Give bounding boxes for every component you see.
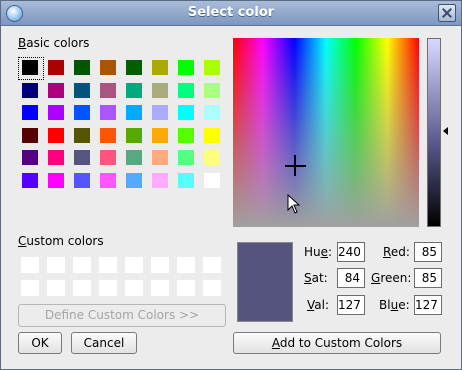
basic-color-swatch[interactable]: [178, 150, 194, 166]
hue-saturation-picker[interactable]: [233, 38, 419, 227]
sat-label: Sat:: [304, 271, 328, 285]
basic-color-swatch[interactable]: [204, 60, 220, 75]
basic-color-swatch[interactable]: [22, 105, 38, 121]
basic-color-swatch[interactable]: [22, 82, 38, 98]
basic-color-swatch[interactable]: [48, 105, 64, 121]
basic-color-swatch[interactable]: [204, 105, 220, 121]
basic-color-swatch[interactable]: [74, 105, 90, 121]
custom-color-slot[interactable]: [203, 257, 221, 273]
cancel-button[interactable]: Cancel: [71, 332, 137, 354]
blue-field[interactable]: 127: [414, 295, 442, 315]
custom-color-slot[interactable]: [73, 280, 91, 296]
basic-color-swatch[interactable]: [204, 173, 220, 188]
custom-color-slot[interactable]: [125, 257, 143, 273]
basic-color-swatch[interactable]: [48, 173, 64, 188]
custom-color-slot[interactable]: [177, 280, 195, 296]
custom-colors-label: Custom colors: [18, 234, 104, 248]
blue-label: Blue:: [379, 298, 410, 312]
green-field[interactable]: 85: [414, 268, 442, 288]
basic-color-swatch[interactable]: [152, 150, 168, 166]
title-bar: Select color: [1, 1, 461, 26]
close-icon[interactable]: [438, 4, 456, 22]
basic-color-swatch[interactable]: [100, 173, 116, 188]
basic-color-swatch[interactable]: [100, 150, 116, 166]
dialog-title: Select color: [187, 5, 275, 20]
basic-color-swatch[interactable]: [126, 173, 142, 188]
custom-color-slot[interactable]: [151, 257, 169, 273]
basic-color-swatch[interactable]: [178, 105, 194, 121]
basic-color-swatch[interactable]: [74, 173, 90, 188]
basic-color-swatch[interactable]: [74, 60, 90, 75]
basic-color-swatch[interactable]: [48, 82, 64, 98]
crosshair-icon: [294, 155, 296, 176]
custom-color-slot[interactable]: [73, 257, 91, 273]
basic-color-swatch[interactable]: [152, 127, 168, 143]
custom-color-slot[interactable]: [203, 280, 221, 296]
basic-color-swatch[interactable]: [126, 150, 142, 166]
val-field[interactable]: 127: [337, 295, 365, 315]
basic-color-swatch[interactable]: [100, 127, 116, 143]
ok-button[interactable]: OK: [18, 332, 62, 354]
basic-color-swatch[interactable]: [126, 105, 142, 121]
custom-color-slot[interactable]: [47, 257, 65, 273]
basic-color-swatch[interactable]: [74, 127, 90, 143]
define-custom-colors-button[interactable]: Define Custom Colors >>: [18, 304, 226, 327]
select-color-dialog: Select color Basic colors Custom colors …: [0, 0, 462, 370]
basic-color-swatch[interactable]: [204, 127, 220, 143]
val-label: Val:: [307, 298, 330, 312]
basic-color-swatch[interactable]: [100, 105, 116, 121]
hue-label: Hue:: [304, 245, 333, 259]
basic-color-swatch[interactable]: [204, 82, 220, 98]
basic-color-swatch[interactable]: [22, 173, 38, 188]
custom-color-slot[interactable]: [21, 257, 39, 273]
custom-color-slot[interactable]: [177, 257, 195, 273]
basic-color-swatch[interactable]: [152, 105, 168, 121]
basic-color-swatch[interactable]: [74, 82, 90, 98]
custom-color-slot[interactable]: [99, 280, 117, 296]
basic-color-swatch[interactable]: [152, 82, 168, 98]
red-label: Red:: [383, 245, 410, 259]
basic-color-swatch[interactable]: [126, 82, 142, 98]
basic-color-swatch[interactable]: [100, 60, 116, 75]
basic-color-swatch[interactable]: [22, 150, 38, 166]
hue-field[interactable]: 240: [337, 242, 365, 262]
mouse-pointer-icon: [287, 194, 301, 214]
custom-color-slot[interactable]: [99, 257, 117, 273]
custom-color-slot[interactable]: [47, 280, 65, 296]
basic-colors-label: Basic colors: [18, 36, 90, 50]
basic-color-swatch[interactable]: [48, 150, 64, 166]
basic-color-swatch[interactable]: [126, 127, 142, 143]
basic-color-swatch[interactable]: [48, 60, 64, 75]
luminance-slider[interactable]: [427, 38, 441, 227]
basic-color-swatch[interactable]: [178, 127, 194, 143]
basic-color-swatch[interactable]: [22, 60, 38, 75]
basic-color-swatch[interactable]: [48, 127, 64, 143]
basic-color-swatch[interactable]: [178, 173, 194, 188]
sat-field[interactable]: 84: [337, 268, 365, 288]
custom-color-slot[interactable]: [21, 280, 39, 296]
custom-color-slot[interactable]: [125, 280, 143, 296]
add-to-custom-colors-button[interactable]: Add to Custom Colors: [233, 332, 441, 354]
luminance-arrow-icon[interactable]: [443, 127, 448, 135]
basic-color-swatch[interactable]: [74, 150, 90, 166]
basic-color-swatch[interactable]: [22, 127, 38, 143]
basic-color-swatch[interactable]: [152, 173, 168, 188]
basic-color-swatch[interactable]: [178, 82, 194, 98]
green-label: Green:: [371, 271, 412, 285]
custom-color-slot[interactable]: [151, 280, 169, 296]
basic-color-swatch[interactable]: [152, 60, 168, 75]
basic-color-swatch[interactable]: [204, 150, 220, 166]
basic-color-swatch[interactable]: [126, 60, 142, 75]
basic-color-swatch[interactable]: [178, 60, 194, 75]
color-preview: [237, 242, 293, 322]
red-field[interactable]: 85: [414, 242, 442, 262]
basic-color-swatch[interactable]: [100, 82, 116, 98]
